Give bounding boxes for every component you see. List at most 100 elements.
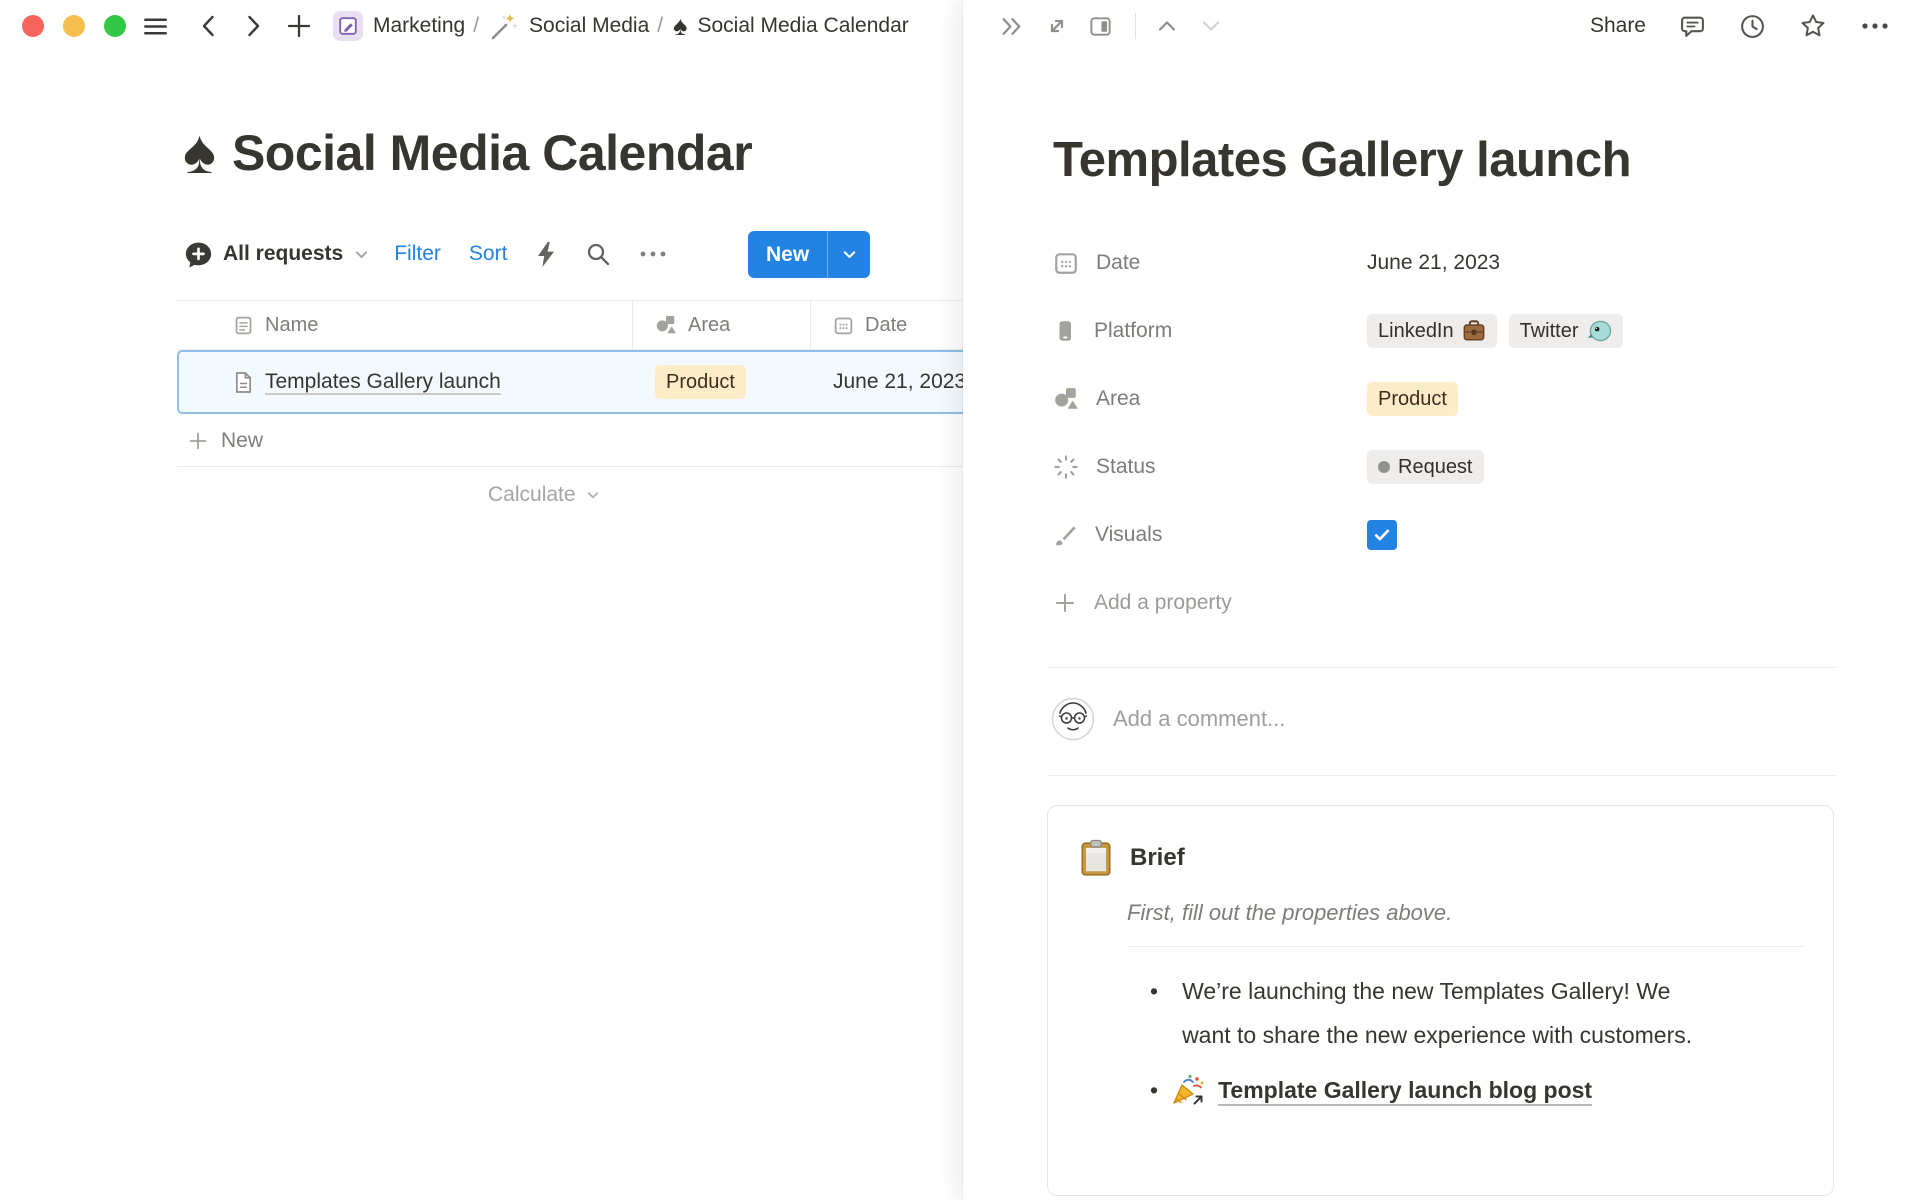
table-new-row-button[interactable]: New: [177, 415, 963, 467]
favorite-star-icon[interactable]: [1799, 12, 1827, 40]
window-topbar: Marketing / Social Media / ♠ Social Medi…: [0, 0, 917, 52]
previous-record-icon[interactable]: [1154, 13, 1180, 39]
add-property-button[interactable]: Add a property: [1053, 569, 1833, 637]
date-value[interactable]: June 21, 2023: [1367, 251, 1500, 275]
add-property-label: Add a property: [1094, 591, 1232, 615]
page-title: ♠ Social Media Calendar: [183, 122, 752, 184]
tag-label: LinkedIn: [1378, 320, 1454, 343]
sidebar-toggle-icon[interactable]: [142, 13, 169, 40]
plus-icon: [1053, 591, 1077, 615]
magic-wand-icon: [489, 11, 519, 41]
expand-page-icon[interactable]: [1044, 13, 1070, 39]
peek-panel: Share Templates: [963, 0, 1920, 1200]
page-icon: [233, 371, 254, 394]
divider: [1127, 946, 1805, 947]
chevron-down-icon: [841, 246, 858, 263]
property-row-date[interactable]: Date June 21, 2023: [1053, 229, 1833, 297]
breadcrumb-item-marketing[interactable]: Marketing: [373, 14, 465, 38]
bullet-text: We’re launching the new Templates Galler…: [1182, 969, 1710, 1057]
view-options-icon[interactable]: [639, 249, 667, 259]
next-record-icon[interactable]: [1198, 13, 1224, 39]
bullet-item[interactable]: • Template Gallery launch blog post: [1150, 1068, 1710, 1112]
calendar-icon: [1053, 250, 1079, 276]
new-tab-icon[interactable]: [285, 12, 313, 40]
zoom-window-button[interactable]: [104, 15, 126, 37]
clipboard-icon: [1078, 839, 1114, 877]
new-entry-dropdown[interactable]: [828, 231, 870, 278]
comments-icon[interactable]: [1679, 13, 1706, 40]
column-header-name[interactable]: Name: [177, 301, 632, 349]
more-options-icon[interactable]: [1860, 21, 1890, 31]
sort-button[interactable]: Sort: [469, 242, 508, 266]
visuals-checkbox[interactable]: [1367, 520, 1397, 550]
briefcase-icon: [1462, 319, 1486, 343]
avatar: [1051, 697, 1095, 741]
brief-hint[interactable]: First, fill out the properties above.: [1127, 900, 1452, 926]
share-button[interactable]: Share: [1590, 14, 1646, 38]
brief-title[interactable]: Brief: [1130, 844, 1185, 872]
requests-view-icon: [184, 240, 213, 269]
breadcrumb-separator: /: [473, 14, 479, 38]
platform-tag-linkedin[interactable]: LinkedIn: [1367, 314, 1497, 348]
side-peek-layout-icon[interactable]: [1088, 14, 1113, 39]
close-peek-icon[interactable]: [999, 13, 1026, 40]
column-label: Date: [865, 314, 907, 337]
area-tag[interactable]: Product: [655, 365, 746, 399]
brief-callout-card: Brief First, fill out the properties abo…: [1047, 805, 1834, 1196]
breadcrumb-separator: /: [657, 14, 663, 38]
new-entry-button-label: New: [748, 231, 827, 278]
forward-icon[interactable]: [241, 13, 265, 39]
memo-icon: [333, 11, 363, 41]
platform-tag-twitter[interactable]: Twitter: [1509, 314, 1623, 348]
peek-topbar: Share: [963, 0, 1920, 52]
property-label: Date: [1096, 251, 1140, 275]
tag-label: Twitter: [1520, 320, 1579, 343]
property-row-visuals[interactable]: Visuals: [1053, 501, 1833, 569]
automations-icon[interactable]: [535, 241, 557, 268]
status-icon: [1053, 454, 1079, 480]
search-icon[interactable]: [585, 241, 611, 267]
record-title[interactable]: Templates Gallery launch: [1053, 132, 1631, 188]
check-icon: [1372, 525, 1392, 545]
calculate-button[interactable]: Calculate: [488, 483, 601, 507]
chevron-down-icon: [585, 487, 601, 503]
view-toolbar: All requests Filter Sort: [184, 229, 695, 279]
close-window-button[interactable]: [22, 15, 44, 37]
view-selector[interactable]: All requests: [184, 240, 370, 269]
column-label: Name: [265, 314, 318, 337]
divider: [1135, 13, 1136, 39]
column-header-area[interactable]: Area: [632, 301, 810, 349]
page-title-text[interactable]: Social Media Calendar: [232, 124, 752, 182]
new-entry-button[interactable]: New: [748, 231, 870, 278]
plus-icon: [187, 430, 209, 452]
status-label: Request: [1398, 456, 1473, 479]
bullet-item[interactable]: • We’re launching the new Templates Gall…: [1150, 969, 1710, 1057]
property-label: Status: [1096, 455, 1156, 479]
date-cell[interactable]: June 21, 2023: [833, 370, 966, 394]
breadcrumb-item-social-media-calendar[interactable]: Social Media Calendar: [697, 14, 908, 38]
row-title[interactable]: Templates Gallery launch: [265, 370, 501, 394]
brief-bullets: • We’re launching the new Templates Gall…: [1150, 969, 1710, 1112]
property-row-platform[interactable]: Platform LinkedIn Twitter: [1053, 297, 1833, 365]
view-selector-label: All requests: [223, 242, 343, 266]
property-label: Visuals: [1095, 523, 1162, 547]
title-column-icon: [233, 315, 254, 336]
history-icon[interactable]: [1739, 13, 1766, 40]
bullet-marker: •: [1150, 1068, 1158, 1112]
party-popper-icon: [1170, 1072, 1206, 1108]
spade-page-icon[interactable]: ♠: [183, 122, 216, 184]
bullet-marker: •: [1150, 969, 1158, 1057]
status-tag[interactable]: Request: [1367, 450, 1484, 484]
calendar-icon: [833, 315, 854, 336]
phone-icon: [1053, 318, 1077, 344]
area-tag[interactable]: Product: [1367, 382, 1458, 416]
property-row-status[interactable]: Status Request: [1053, 433, 1833, 501]
page-link[interactable]: Template Gallery launch blog post: [1218, 1068, 1592, 1112]
property-row-area[interactable]: Area Product: [1053, 365, 1833, 433]
comment-composer[interactable]: Add a comment...: [1051, 697, 1285, 741]
filter-button[interactable]: Filter: [394, 242, 441, 266]
minimize-window-button[interactable]: [63, 15, 85, 37]
back-icon[interactable]: [197, 13, 221, 39]
breadcrumb-item-social-media[interactable]: Social Media: [529, 14, 649, 38]
status-dot: [1378, 461, 1390, 473]
